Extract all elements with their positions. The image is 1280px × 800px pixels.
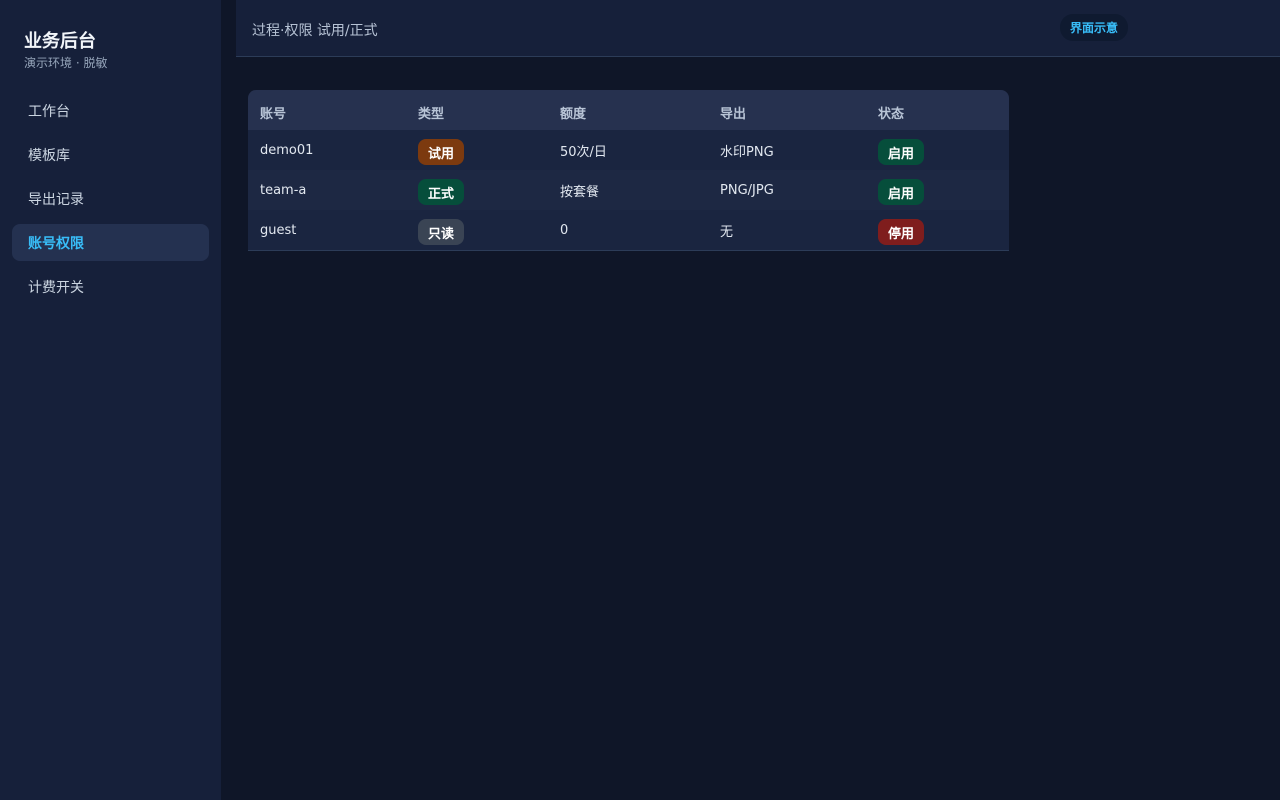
table-row[interactable]: team-a 正式 按套餐 PNG/JPG 启用	[248, 170, 1009, 210]
type-badge: 正式	[418, 179, 465, 205]
status-cell: 停用	[878, 210, 925, 250]
sidebar-item-workbench[interactable]: 工作台	[12, 92, 209, 129]
quota-cell: 50次/日	[560, 144, 607, 160]
sidebar-nav: 工作台 模板库 导出记录 账号权限 计费开关	[12, 92, 209, 312]
sidebar-item-billing-switch[interactable]: 计费开关	[12, 268, 209, 305]
sidebar: 业务后台 演示环境 · 脱敏 工作台 模板库 导出记录 账号权限 计费开关	[0, 0, 221, 800]
column-header-status: 状态	[878, 106, 905, 122]
sidebar-item-export-records[interactable]: 导出记录	[12, 180, 209, 217]
account-cell: guest	[260, 222, 297, 238]
column-header-type: 类型	[418, 106, 445, 122]
ui-demo-badge: 界面示意	[1060, 14, 1129, 41]
brand-subtitle: 演示环境 · 脱敏	[24, 56, 108, 70]
sidebar-item-account-permissions[interactable]: 账号权限	[12, 224, 209, 261]
export-cell: PNG/JPG	[720, 182, 774, 198]
status-badge: 启用	[878, 139, 925, 165]
type-cell: 正式	[418, 170, 465, 210]
app-root: 业务后台 演示环境 · 脱敏 工作台 模板库 导出记录 账号权限 计费开关 过程…	[0, 0, 1280, 800]
top-header: 过程·权限 试用/正式 界面示意	[236, 0, 1280, 57]
table-row[interactable]: guest 只读 0 无 停用	[248, 210, 1009, 250]
column-header-account: 账号	[260, 106, 287, 122]
status-badge: 启用	[878, 179, 925, 205]
account-cell: demo01	[260, 142, 314, 158]
quota-cell: 按套餐	[560, 184, 600, 200]
status-cell: 启用	[878, 130, 925, 170]
brand: 业务后台 演示环境 · 脱敏	[24, 30, 107, 71]
table-header-row: 账号 类型 额度 导出 状态	[248, 90, 1009, 130]
type-badge: 试用	[418, 139, 465, 165]
column-header-quota: 额度	[560, 106, 587, 122]
page-title: 过程·权限 试用/正式	[252, 23, 378, 39]
column-header-export: 导出	[720, 106, 747, 122]
type-cell: 只读	[418, 210, 465, 250]
export-cell: 无	[720, 224, 734, 240]
type-badge: 只读	[418, 219, 465, 245]
accounts-table: 账号 类型 额度 导出 状态 demo01 试用 50次/日 水印PNG 启用 …	[248, 90, 1009, 251]
status-badge: 停用	[878, 219, 925, 245]
brand-title: 业务后台	[24, 31, 96, 52]
type-cell: 试用	[418, 130, 465, 170]
account-cell: team-a	[260, 182, 307, 198]
status-cell: 启用	[878, 170, 925, 210]
table-row[interactable]: demo01 试用 50次/日 水印PNG 启用	[248, 130, 1009, 170]
sidebar-item-templates[interactable]: 模板库	[12, 136, 209, 173]
quota-cell: 0	[560, 222, 569, 238]
export-cell: 水印PNG	[720, 144, 774, 160]
